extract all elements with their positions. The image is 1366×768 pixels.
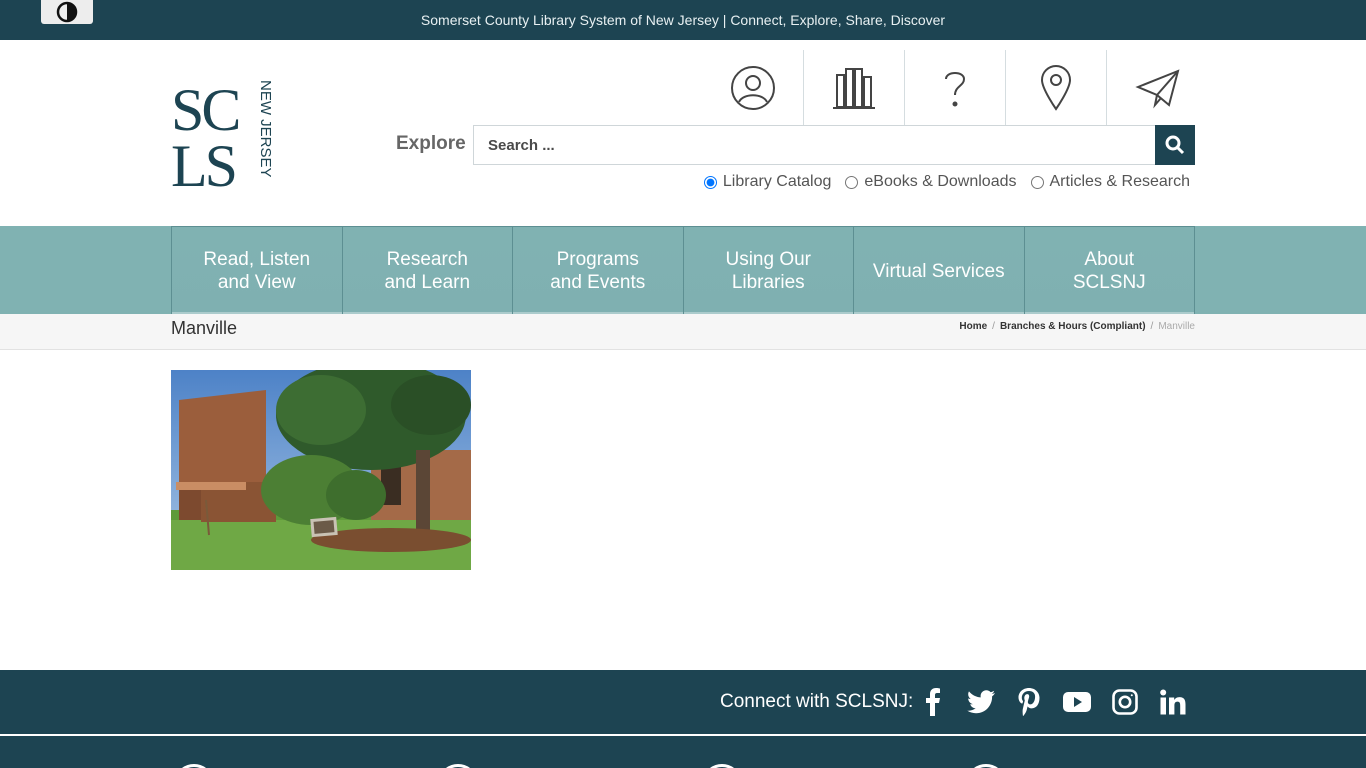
- nav-virtual-services[interactable]: Virtual Services: [854, 227, 1025, 315]
- linkedin-link[interactable]: [1157, 686, 1189, 718]
- site-header: SC LS NEW JERSEY Explore Search ... Libr…: [0, 40, 1366, 226]
- search-button[interactable]: [1155, 125, 1195, 165]
- scope-library-catalog-radio[interactable]: [703, 175, 717, 189]
- footer-circle-icon: [966, 764, 1006, 768]
- user-icon: [731, 66, 775, 110]
- breadcrumb-branches[interactable]: Branches & Hours (Compliant): [1000, 321, 1146, 332]
- sclsnj-logo[interactable]: SC LS NEW JERSEY: [171, 77, 277, 199]
- footer-circle-icon: [438, 764, 478, 768]
- instagram-link[interactable]: [1109, 686, 1141, 718]
- pinterest-link[interactable]: [1013, 686, 1045, 718]
- breadcrumb-current: Manville: [1158, 321, 1195, 332]
- breadcrumb-home[interactable]: Home: [959, 321, 987, 332]
- search-input[interactable]: [473, 125, 1156, 165]
- facebook-icon: [926, 688, 940, 716]
- quicklinks: [703, 50, 1208, 126]
- contrast-toggle-button[interactable]: [41, 0, 93, 24]
- connect-label: Connect with SCLSNJ:: [720, 691, 914, 712]
- top-bar: Somerset County Library System of New Je…: [0, 0, 1366, 40]
- scope-label: eBooks & Downloads: [864, 173, 1017, 190]
- quicklink-account[interactable]: [703, 50, 804, 126]
- contrast-icon: [56, 1, 78, 23]
- scope-ebooks-radio[interactable]: [845, 175, 859, 189]
- quicklink-contact[interactable]: [1107, 50, 1208, 126]
- social-links: [917, 686, 1189, 718]
- quicklink-help[interactable]: [905, 50, 1006, 126]
- page-title: Manville: [171, 318, 238, 338]
- quicklink-catalog[interactable]: [804, 50, 905, 126]
- nav-read-listen-view[interactable]: Read, Listen and View: [172, 227, 343, 315]
- search-icon: [1165, 135, 1185, 155]
- twitter-icon: [967, 690, 995, 714]
- logo-subtext: NEW JERSEY: [257, 80, 274, 178]
- nav-research-learn[interactable]: Research and Learn: [342, 227, 513, 315]
- scope-ebooks[interactable]: eBooks & Downloads: [845, 173, 1017, 191]
- instagram-icon: [1112, 689, 1138, 715]
- youtube-icon: [1063, 692, 1091, 712]
- scope-articles-radio[interactable]: [1030, 175, 1044, 189]
- nav-using-our-libraries[interactable]: Using Our Libraries: [683, 227, 854, 315]
- youtube-link[interactable]: [1061, 686, 1093, 718]
- location-pin-icon: [1040, 65, 1072, 111]
- footer-circle-icon: [702, 764, 742, 768]
- linkedin-icon: [1160, 689, 1186, 715]
- nav-about-sclsnj[interactable]: About SCLSNJ: [1024, 227, 1194, 315]
- breadcrumb: Home / Branches & Hours (Compliant) / Manvil…: [959, 321, 1195, 332]
- page-title-bar: Manville Home / Branches & Hours (Complian…: [0, 314, 1366, 350]
- site-tagline: Somerset County Library System of New Je…: [420, 12, 946, 28]
- facebook-link[interactable]: [917, 686, 949, 718]
- main-nav: Read, Listen and View Research and Learn P…: [0, 226, 1366, 315]
- books-icon: [833, 68, 875, 109]
- nav-programs-events[interactable]: Programs and Events: [513, 227, 684, 315]
- manville-branch-photo[interactable]: [171, 370, 471, 570]
- scope-library-catalog[interactable]: Library Catalog: [703, 173, 832, 191]
- scope-label: Library Catalog: [722, 173, 832, 190]
- explore-label: Explore: [396, 133, 466, 154]
- logo-text-bottom: LS: [171, 133, 235, 190]
- footer-bottom: [0, 736, 1366, 768]
- search-scope-options: Library Catalog eBooks & Downloads Artic…: [703, 173, 1191, 191]
- footer-connect-bar: Connect with SCLSNJ:: [0, 670, 1366, 734]
- twitter-link[interactable]: [965, 686, 997, 718]
- paper-plane-icon: [1134, 69, 1179, 109]
- question-icon: [945, 72, 966, 107]
- scope-label: Articles & Research: [1049, 173, 1191, 190]
- footer-circle-icon: [174, 764, 214, 768]
- quicklink-locations[interactable]: [1006, 50, 1107, 126]
- pinterest-icon: [1018, 688, 1040, 716]
- scope-articles[interactable]: Articles & Research: [1030, 173, 1191, 191]
